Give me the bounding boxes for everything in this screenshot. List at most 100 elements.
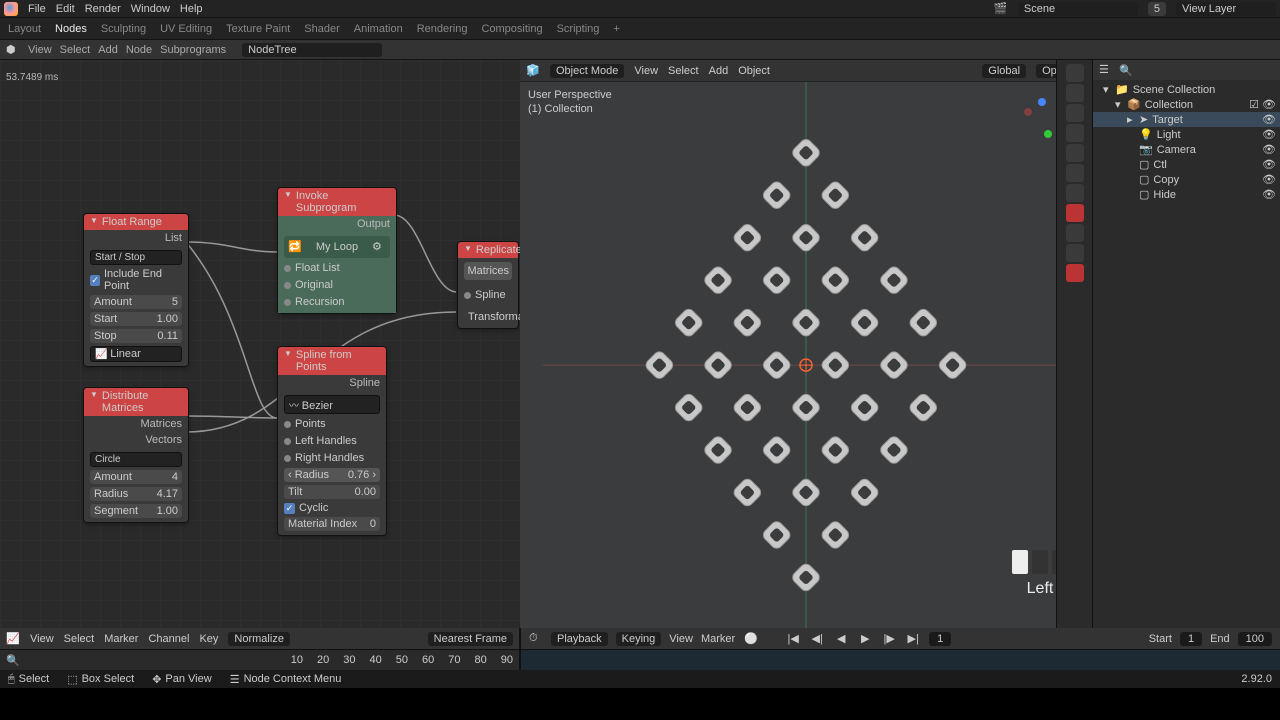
graph-ruler[interactable]: 🔍 10 20 30 40 50 60 70 80 90	[0, 650, 519, 670]
tab-scripting[interactable]: Scripting	[557, 23, 600, 35]
viewport-canvas[interactable]	[520, 82, 1092, 628]
out-vectors[interactable]: Vectors	[84, 432, 188, 448]
float-range-mode[interactable]: Start / Stop	[90, 250, 182, 265]
prop-viewlayer[interactable]	[1066, 104, 1084, 122]
gh-channel[interactable]: Channel	[148, 633, 189, 645]
tab-shader[interactable]: Shader	[304, 23, 339, 35]
dm-segment[interactable]: Segment1.00	[90, 504, 182, 518]
menu-edit[interactable]: Edit	[56, 3, 75, 15]
tab-nodes[interactable]: Nodes	[55, 23, 87, 35]
in-spline[interactable]: Spline	[464, 288, 512, 302]
in-float-list[interactable]: Float List	[284, 261, 390, 275]
outliner-collection[interactable]: ▾📦Collection☑👁	[1093, 97, 1280, 112]
jump-end-icon[interactable]: ▶|	[905, 632, 921, 646]
graph-editor-icon[interactable]: 📈	[6, 632, 20, 646]
in-left-handles[interactable]: Left Handles	[284, 434, 380, 448]
in-recursion[interactable]: Recursion	[284, 295, 390, 309]
gh-key[interactable]: Key	[199, 633, 218, 645]
shape-mode[interactable]: Circle	[90, 452, 182, 467]
nh-node[interactable]: Node	[126, 44, 152, 56]
node-spline-from-points[interactable]: ▼Spline from Points Spline 〰 Bezier Poin…	[278, 347, 386, 535]
stop-field[interactable]: Stop0.11	[90, 329, 182, 343]
start-field[interactable]: Start1.00	[90, 312, 182, 326]
start-frame[interactable]: 1	[1180, 632, 1202, 646]
nh-subprograms[interactable]: Subprograms	[160, 44, 226, 56]
interp-mode[interactable]: 📈 Linear	[90, 346, 182, 362]
tab-layout[interactable]: Layout	[8, 23, 41, 35]
menu-window[interactable]: Window	[131, 3, 170, 15]
mode-selector[interactable]: Object Mode	[550, 64, 624, 78]
current-frame[interactable]: 1	[929, 632, 951, 646]
menu-help[interactable]: Help	[180, 3, 203, 15]
nh-view[interactable]: View	[28, 44, 52, 56]
outliner-item-camera[interactable]: 📷Camera👁	[1093, 142, 1280, 157]
tab-texture[interactable]: Texture Paint	[226, 23, 290, 35]
nh-select[interactable]: Select	[60, 44, 91, 56]
subprogram-name[interactable]: My Loop	[306, 241, 368, 253]
prop-render[interactable]	[1066, 64, 1084, 82]
outliner-type-icon[interactable]: ☰	[1099, 63, 1113, 77]
outliner-item-target[interactable]: ▸➤Target👁	[1093, 112, 1280, 127]
dm-amount[interactable]: Amount4	[90, 470, 182, 484]
3d-viewport[interactable]: 🧊 Object Mode View Select Add Object Glo…	[520, 60, 1092, 628]
tl-marker[interactable]: Marker	[701, 633, 735, 645]
gh-select[interactable]: Select	[64, 633, 95, 645]
out-matrices[interactable]: Matrices	[84, 416, 188, 432]
tab-add[interactable]: +	[613, 23, 619, 35]
tab-animation[interactable]: Animation	[354, 23, 403, 35]
nearest-frame[interactable]: Nearest Frame	[428, 632, 513, 646]
tab-sculpting[interactable]: Sculpting	[101, 23, 146, 35]
dm-radius[interactable]: Radius4.17	[90, 487, 182, 501]
playback-menu[interactable]: Playback	[551, 632, 608, 646]
tl-view[interactable]: View	[669, 633, 693, 645]
timeline-ruler[interactable]	[521, 650, 1280, 670]
prop-output[interactable]	[1066, 84, 1084, 102]
in-original[interactable]: Original	[284, 278, 390, 292]
prev-key-icon[interactable]: ◀|	[809, 632, 825, 646]
settings-icon[interactable]: ⚙	[372, 240, 386, 254]
prop-scene[interactable]	[1066, 124, 1084, 142]
prop-material[interactable]	[1066, 264, 1084, 282]
end-frame[interactable]: 100	[1238, 632, 1272, 646]
tab-compositing[interactable]: Compositing	[481, 23, 542, 35]
out-list[interactable]: List	[84, 230, 188, 246]
menu-file[interactable]: File	[28, 3, 46, 15]
timeline-editor-icon[interactable]: ⏱	[529, 632, 543, 646]
vp-add[interactable]: Add	[709, 65, 729, 77]
gh-marker[interactable]: Marker	[104, 633, 138, 645]
in-points[interactable]: Points	[284, 417, 380, 431]
spline-tilt[interactable]: Tilt0.00	[284, 485, 380, 499]
normalize-toggle[interactable]: Normalize	[228, 632, 290, 646]
in-right-handles[interactable]: Right Handles	[284, 451, 380, 465]
outliner-scene-collection[interactable]: ▾📁Scene Collection	[1093, 82, 1280, 97]
view-layer-name[interactable]: View Layer	[1176, 2, 1276, 16]
spline-radius[interactable]: ‹ Radius0.76 ›	[284, 468, 380, 482]
amount-field[interactable]: Amount5	[90, 295, 182, 309]
scene-name[interactable]: Scene	[1018, 2, 1138, 16]
out-matrices[interactable]: Matrices	[464, 262, 512, 280]
autokey-icon[interactable]: ⚪	[743, 632, 759, 646]
node-replicate[interactable]: ▼Replicate Matrices Spline Transformati	[458, 242, 518, 328]
tab-uv[interactable]: UV Editing	[160, 23, 212, 35]
prop-physics[interactable]	[1066, 224, 1084, 242]
node-distribute-matrices[interactable]: ▼Distribute Matrices Matrices Vectors Ci…	[84, 388, 188, 522]
orientation[interactable]: Global	[982, 64, 1026, 78]
editor-type-icon[interactable]: ⬢	[6, 43, 20, 57]
in-transform[interactable]: Transformati	[464, 310, 512, 324]
spline-type[interactable]: 〰 Bezier	[284, 395, 380, 414]
prop-modifier[interactable]	[1066, 184, 1084, 202]
node-editor[interactable]: 53.7489 ms ▼Float Range List Start / Sto…	[0, 60, 520, 628]
nh-add[interactable]: Add	[98, 44, 118, 56]
jump-start-icon[interactable]: |◀	[785, 632, 801, 646]
prop-constraints[interactable]	[1066, 244, 1084, 262]
outliner-item-copy[interactable]: ▢Copy👁	[1093, 172, 1280, 187]
include-end-point[interactable]: ✓Include End Point	[90, 268, 182, 292]
keying-menu[interactable]: Keying	[616, 632, 662, 646]
tab-rendering[interactable]: Rendering	[417, 23, 468, 35]
prop-object[interactable]	[1066, 164, 1084, 182]
material-index[interactable]: Material Index0	[284, 517, 380, 531]
node-float-range[interactable]: ▼Float Range List Start / Stop ✓Include …	[84, 214, 188, 366]
vp-object[interactable]: Object	[738, 65, 770, 77]
out-spline[interactable]: Spline	[278, 375, 386, 391]
editor-type-icon[interactable]: 🧊	[526, 64, 540, 78]
